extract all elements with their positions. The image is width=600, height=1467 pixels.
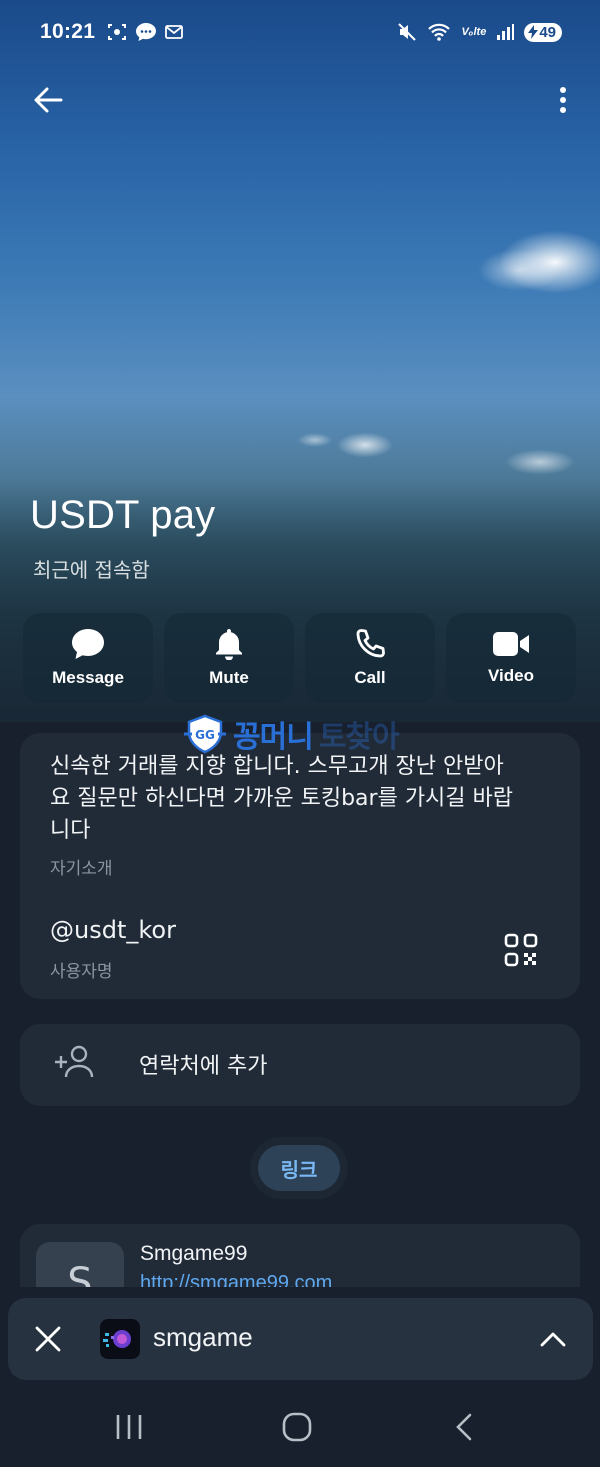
arrow-left-icon [34, 87, 63, 113]
video-icon [493, 632, 529, 656]
last-seen-status: 최근에 접속함 [33, 558, 150, 582]
username[interactable]: @usdt_kor [50, 916, 176, 944]
message-button[interactable]: Message [23, 613, 153, 703]
add-to-contacts-button[interactable]: 연락처에 추가 [20, 1024, 580, 1106]
call-button[interactable]: Call [305, 613, 435, 703]
add-to-contacts-label: 연락처에 추가 [139, 1054, 268, 1079]
network-type: Vₒlte [461, 26, 487, 38]
tab-links[interactable]: 링크 [258, 1145, 340, 1191]
close-icon[interactable] [34, 1325, 62, 1353]
message-label: Message [52, 668, 124, 687]
shield-badge-icon: GG [184, 714, 226, 754]
system-navigation-bar [0, 1390, 600, 1467]
home-icon[interactable] [282, 1412, 312, 1442]
status-time: 10:21 [40, 20, 96, 43]
phone-icon [356, 629, 385, 658]
video-button[interactable]: Video [446, 613, 576, 703]
more-options-button[interactable] [548, 80, 578, 120]
bio-label: 자기소개 [50, 859, 113, 879]
mail-icon [165, 25, 184, 39]
mute-label: Mute [209, 668, 249, 687]
chevron-up-icon[interactable] [539, 1326, 567, 1354]
add-person-icon [55, 1045, 94, 1078]
bio-text[interactable]: 신속한 거래를 지향 합니다. 스무고개 장난 안받아요 질문만 하신다면 가까… [50, 751, 520, 847]
mute-icon [398, 23, 417, 41]
media-tabs: 링크 [250, 1137, 348, 1199]
video-label: Video [488, 666, 534, 685]
watermark-text: 꽁머니 [233, 720, 314, 755]
signal-icon [497, 24, 515, 40]
bell-icon [216, 629, 242, 660]
link-title: Smgame99 [140, 1242, 248, 1265]
charging-icon [528, 25, 539, 39]
mini-app-bar[interactable]: smgame [8, 1298, 593, 1380]
battery-indicator: 49 [524, 22, 562, 42]
message-icon [72, 629, 104, 659]
recent-apps-icon[interactable] [112, 1412, 146, 1442]
call-label: Call [354, 668, 386, 687]
profile-actions: Message Mute Call Video [23, 613, 576, 703]
qr-code-icon[interactable] [504, 933, 538, 967]
watermark-text-faint: 토찾아 [318, 720, 400, 755]
svg-text:GG: GG [195, 728, 215, 742]
bio-card: 신속한 거래를 지향 합니다. 스무고개 장난 안받아요 질문만 하신다면 가까… [20, 733, 580, 999]
mute-button[interactable]: Mute [164, 613, 294, 703]
battery-level: 49 [539, 23, 556, 41]
username-label: 사용자명 [50, 962, 113, 982]
screenshot-icon [108, 24, 127, 40]
watermark-logo: GG 꽁머니 토찾아 [183, 712, 400, 756]
status-bar: 10:21 Vₒlte 49 [0, 0, 600, 64]
smgame-logo [100, 1319, 140, 1359]
nav-back-icon[interactable] [450, 1412, 480, 1442]
profile-name: USDT pay [30, 493, 216, 537]
game-logo-icon [103, 1330, 131, 1348]
chat-bubble-icon [136, 23, 157, 41]
back-button[interactable] [28, 80, 68, 120]
mini-app-title: smgame [153, 1322, 253, 1352]
wifi-icon [428, 23, 451, 41]
more-vertical-icon [560, 87, 566, 113]
top-app-bar [0, 78, 600, 122]
